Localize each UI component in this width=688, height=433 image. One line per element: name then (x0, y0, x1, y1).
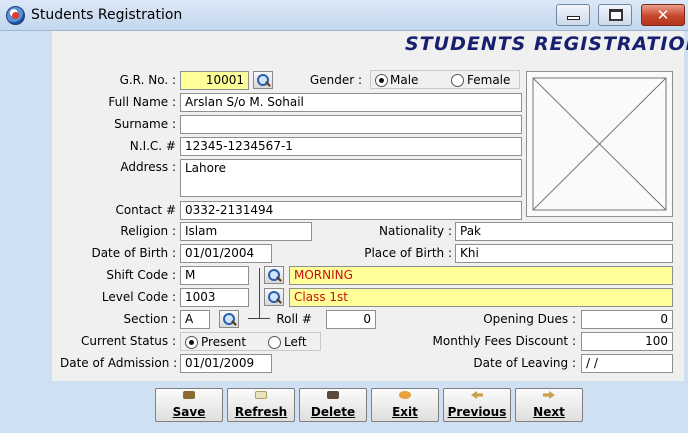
gender-label: Gender : (309, 73, 362, 87)
exit-button-label: Exit (392, 405, 418, 419)
close-button[interactable]: ✕ (641, 4, 685, 26)
gr-no-search-icon[interactable] (253, 71, 273, 89)
gender-male-radio[interactable] (375, 74, 388, 87)
app-icon[interactable] (6, 6, 25, 25)
level-code-search-icon[interactable] (264, 288, 284, 306)
full-name-field[interactable]: Arslan S/o M. Sohail (180, 93, 522, 112)
date-of-leaving-field[interactable]: / / (581, 354, 673, 373)
next-button[interactable]: Next (515, 388, 583, 422)
shift-name-field: MORNING (289, 266, 673, 285)
nic-field[interactable]: 12345-1234567-1 (180, 137, 522, 156)
dob-label: Date of Birth : (91, 246, 176, 260)
status-present-label: Present (201, 335, 247, 349)
previous-button[interactable]: Previous (443, 388, 511, 422)
address-label: Address : (120, 160, 176, 174)
opening-dues-label: Opening Dues : (483, 312, 576, 326)
current-status-label: Current Status : (81, 334, 176, 348)
level-name-field: Class 1st (289, 288, 673, 307)
gender-female-radio[interactable] (451, 74, 464, 87)
close-icon: ✕ (656, 6, 670, 24)
religion-label: Religion : (120, 224, 176, 238)
monthly-fees-discount-field[interactable]: 100 (581, 332, 673, 351)
gender-female-label: Female (467, 73, 511, 87)
shift-code-label: Shift Code : (106, 268, 176, 282)
maximize-icon (609, 9, 623, 21)
status-left-label: Left (284, 335, 307, 349)
previous-button-label: Previous (447, 405, 507, 419)
exit-button[interactable]: Exit (371, 388, 439, 422)
gr-no-label: G.R. No. : (119, 73, 176, 87)
section-label: Section : (123, 312, 176, 326)
section-field[interactable]: A (180, 310, 210, 329)
refresh-button-label: Refresh (234, 405, 288, 419)
refresh-button[interactable]: Refresh (227, 388, 295, 422)
contact-label: Contact # (115, 203, 176, 217)
minimize-icon (567, 16, 580, 20)
monthly-fees-discount-label: Monthly Fees Discount : (432, 334, 576, 348)
refresh-icon (255, 391, 267, 399)
religion-field[interactable]: Islam (180, 222, 312, 241)
surname-field[interactable] (180, 115, 522, 134)
place-of-birth-label: Place of Birth : (364, 246, 452, 260)
dob-field[interactable]: 01/01/2004 (180, 244, 272, 263)
date-of-admission-field[interactable]: 01/01/2009 (180, 354, 272, 373)
gender-group: Male Female (370, 70, 520, 89)
save-button-label: Save (172, 405, 206, 419)
full-name-label: Full Name : (108, 95, 176, 109)
save-button[interactable]: Save (155, 388, 223, 422)
shift-code-search-icon[interactable] (264, 266, 284, 284)
previous-icon (471, 391, 483, 399)
roll-label: Roll # (276, 312, 312, 326)
minimize-button[interactable] (556, 4, 590, 26)
exit-icon (399, 391, 411, 399)
date-of-leaving-label: Date of Leaving : (473, 356, 576, 370)
nationality-label: Nationality : (378, 224, 452, 238)
save-icon (183, 391, 195, 399)
current-status-group: Present Left (180, 332, 321, 351)
gender-male-label: Male (390, 73, 419, 87)
roll-field[interactable]: 0 (326, 310, 376, 329)
gr-no-field[interactable]: 10001 (180, 71, 249, 90)
nationality-field[interactable]: Pak (455, 222, 673, 241)
connector-line (259, 268, 260, 318)
delete-icon (327, 391, 339, 399)
maximize-button[interactable] (598, 4, 632, 26)
next-button-label: Next (533, 405, 565, 419)
surname-label: Surname : (114, 117, 176, 131)
form-heading: STUDENTS REGISTRATION (405, 33, 688, 55)
photo-placeholder-icon (532, 77, 667, 211)
delete-button[interactable]: Delete (299, 388, 367, 422)
status-left-radio[interactable] (268, 336, 281, 349)
connector-line-horizontal (248, 318, 270, 319)
address-field[interactable]: Lahore (180, 159, 522, 197)
title-bar: Students Registration ✕ (0, 0, 688, 31)
nic-label: N.I.C. # (129, 139, 176, 153)
window-title: Students Registration (31, 7, 183, 23)
date-of-admission-label: Date of Admission : (60, 356, 178, 370)
delete-button-label: Delete (310, 405, 356, 419)
section-search-icon[interactable] (219, 310, 239, 328)
status-present-radio[interactable] (185, 336, 198, 349)
level-code-field[interactable]: 1003 (180, 288, 249, 307)
opening-dues-field[interactable]: 0 (581, 310, 673, 329)
next-icon (543, 391, 555, 399)
student-photo[interactable] (526, 71, 673, 217)
shift-code-field[interactable]: M (180, 266, 249, 285)
place-of-birth-field[interactable]: Khi (455, 244, 673, 263)
contact-field[interactable]: 0332-2131494 (180, 201, 522, 220)
level-code-label: Level Code : (101, 290, 176, 304)
